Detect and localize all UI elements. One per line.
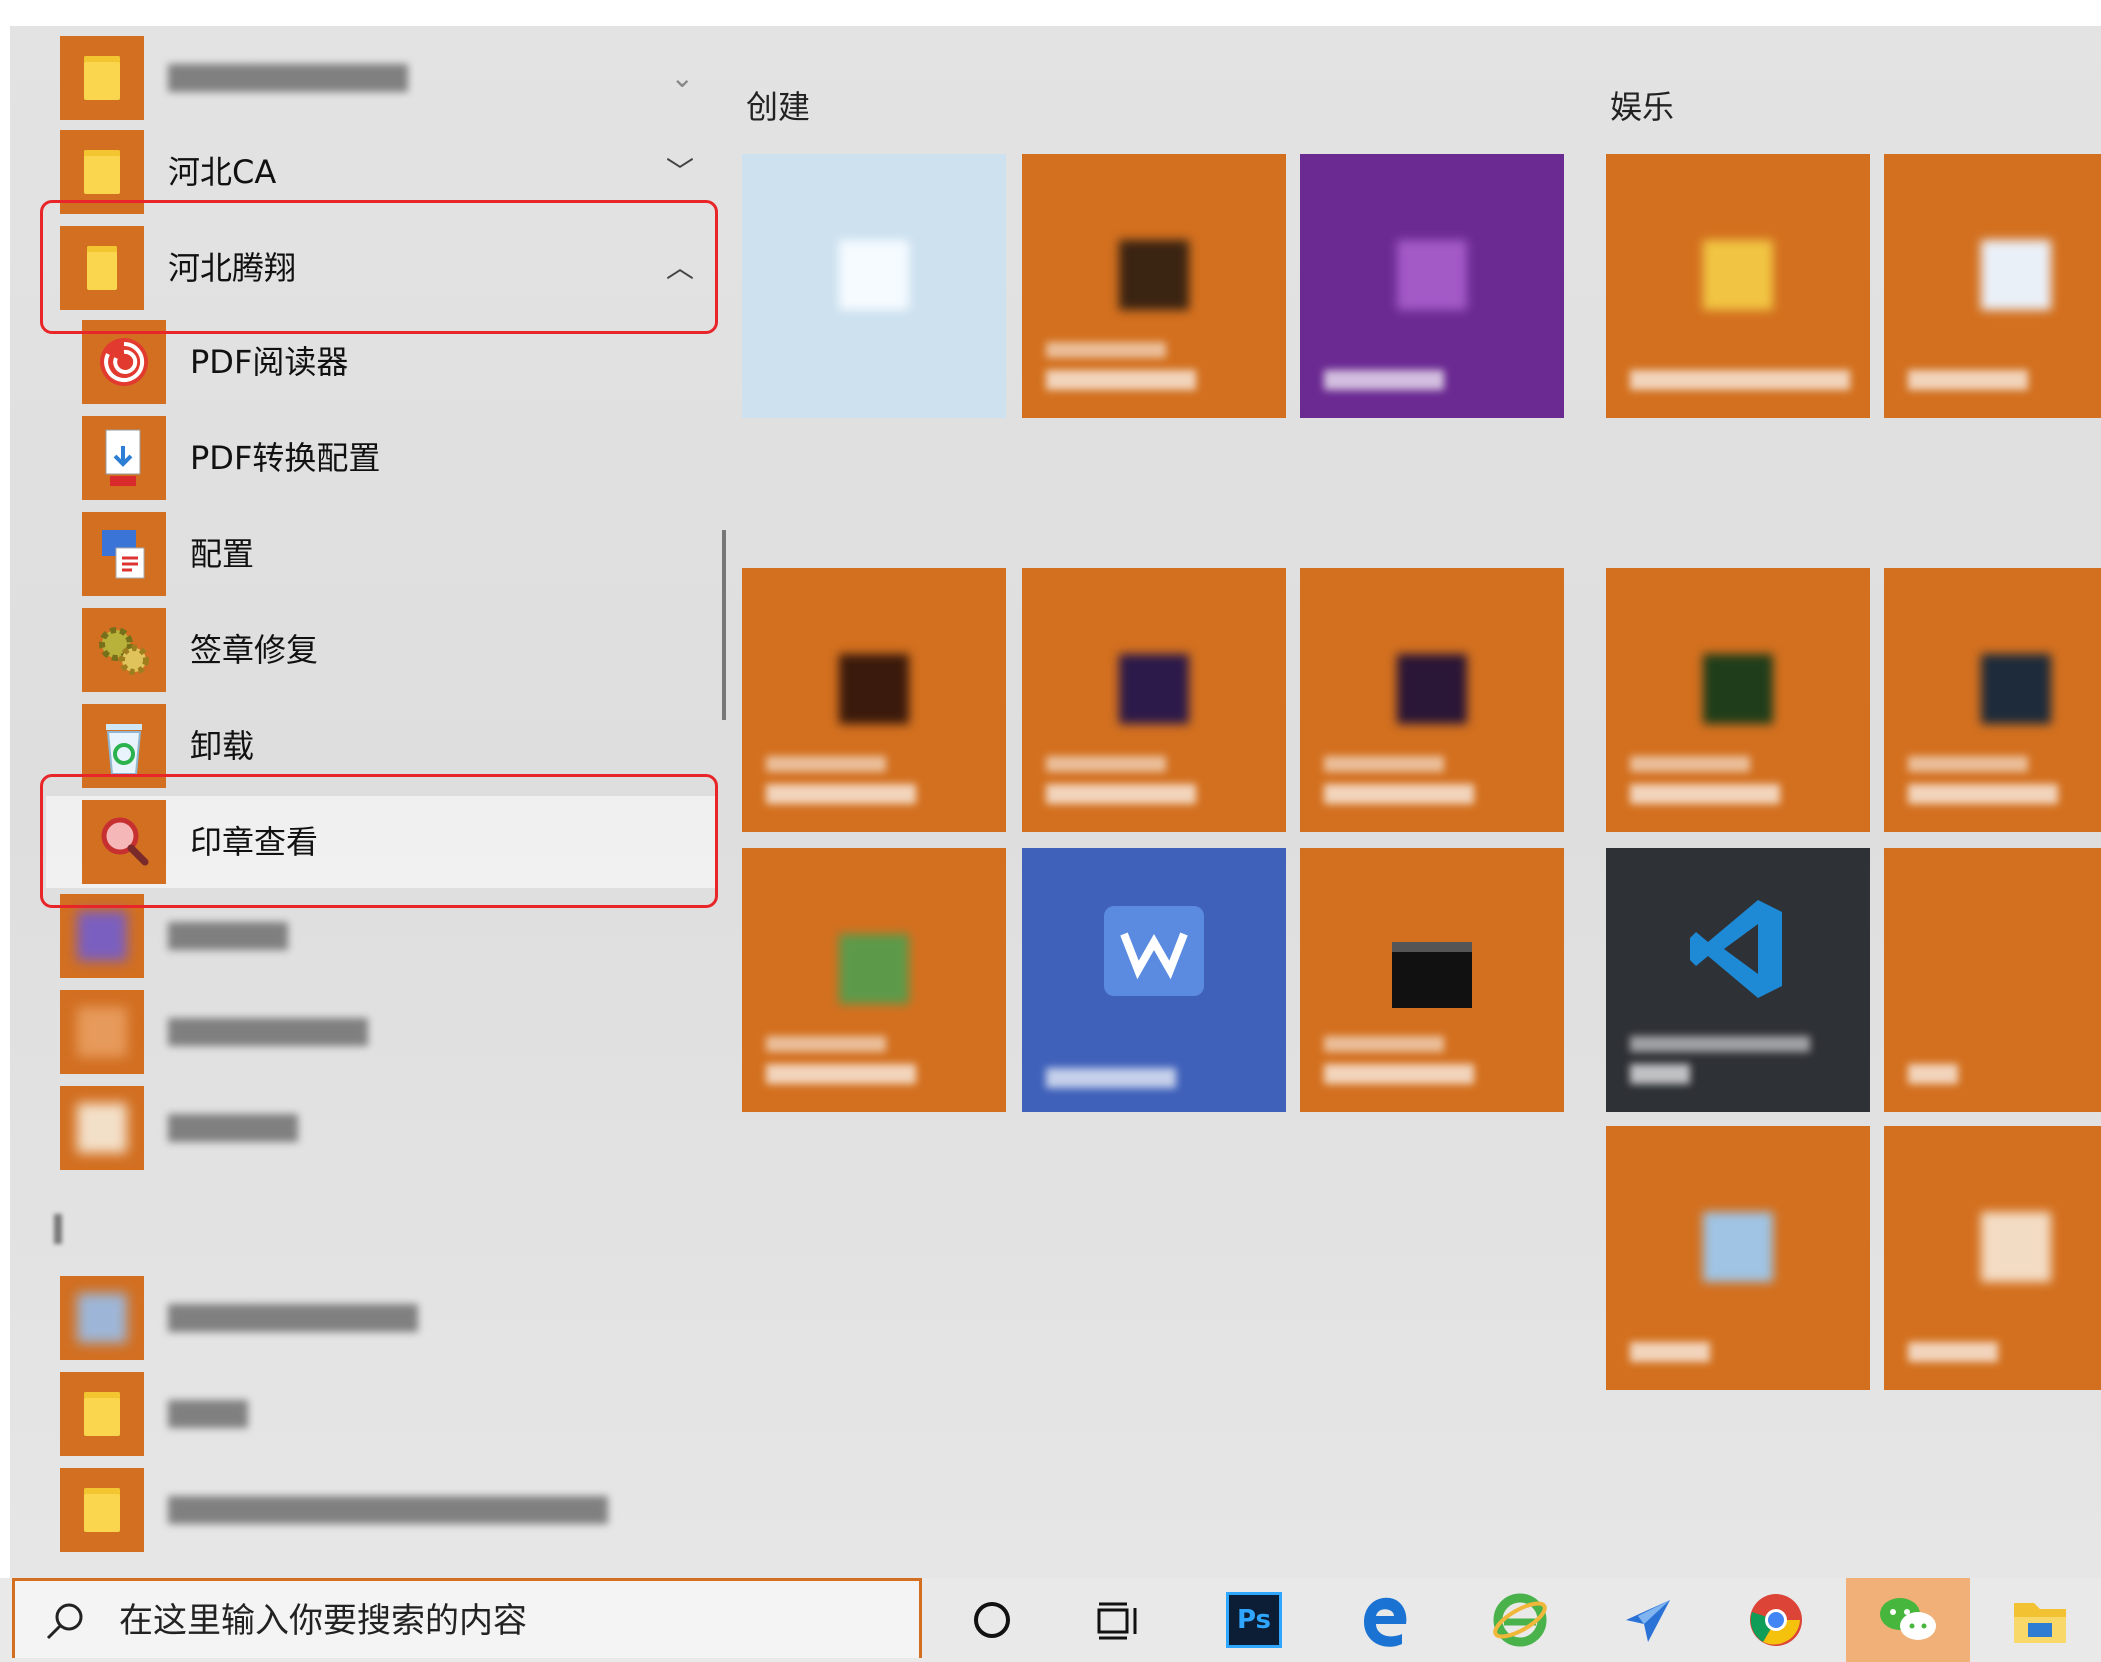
chrome-icon[interactable] xyxy=(1728,1578,1824,1662)
highlight-box-seal-view xyxy=(40,774,718,908)
app-list-scrollbar[interactable] xyxy=(722,530,726,720)
tile-adobe-bridge[interactable] xyxy=(1022,154,1286,418)
tile-wps-office[interactable] xyxy=(1022,848,1286,1112)
file-explorer-icon[interactable] xyxy=(1992,1578,2088,1662)
search-placeholder: 在这里输入你要搜索的内容 xyxy=(119,1601,527,1641)
premiere-icon xyxy=(1119,654,1189,725)
adobe-bridge-icon xyxy=(1119,240,1189,311)
wechat-icon[interactable] xyxy=(1846,1578,1970,1662)
search-box[interactable]: 在这里输入你要搜索的内容 xyxy=(12,1578,922,1658)
app-list-item-pdf-convert[interactable]: PDF转换配置 xyxy=(46,412,718,504)
tile-adobe-photoshop[interactable] xyxy=(1884,568,2101,832)
ie-icon[interactable] xyxy=(1472,1578,1568,1662)
tile-blurred-app[interactable] xyxy=(1884,848,2101,1112)
search-icon xyxy=(46,1603,83,1640)
tile-internet-download-manager[interactable] xyxy=(742,848,1006,1112)
edge-icon[interactable] xyxy=(1336,1578,1432,1662)
illustrator-icon xyxy=(839,654,909,725)
task-view-icon[interactable] xyxy=(1072,1578,1168,1662)
photoshop-icon xyxy=(1981,654,2051,725)
highlight-box-folder xyxy=(40,200,718,334)
folder-icon xyxy=(1703,240,1773,311)
tile-adobe-premiere[interactable] xyxy=(1022,568,1286,832)
terminal-icon xyxy=(1392,942,1472,1008)
group-title-create[interactable]: 创建 xyxy=(746,82,810,128)
wps-icon xyxy=(1104,906,1204,996)
tile-blurred-app[interactable] xyxy=(1884,1126,2101,1390)
folder-icon xyxy=(60,1372,144,1456)
app-list-item-label: 配置 xyxy=(190,535,255,573)
photoshop-label: Ps xyxy=(1226,1592,1282,1648)
tile-file-explorer[interactable] xyxy=(1606,154,1870,418)
tile-adobe-illustrator[interactable] xyxy=(742,568,1006,832)
tile-blurred-light[interactable] xyxy=(742,154,1006,418)
app-list-item-seal-repair[interactable]: 签章修复 xyxy=(46,604,718,696)
dreamweaver-icon xyxy=(1703,654,1773,725)
group-title-entertainment[interactable]: 娱乐 xyxy=(1610,82,1674,128)
tile-blurred-app[interactable] xyxy=(1884,154,2101,418)
onenote-icon xyxy=(1397,240,1467,311)
after-effects-icon xyxy=(1397,654,1467,725)
tile-adobe-dreamweaver[interactable] xyxy=(1606,568,1870,832)
tile-adobe-after-effects[interactable] xyxy=(1300,568,1564,832)
vscode-icon xyxy=(1688,894,1788,1008)
letter-index-header[interactable] xyxy=(54,1214,62,1244)
app-list-item-config[interactable]: 配置 xyxy=(46,508,718,600)
idm-icon xyxy=(839,934,909,1005)
app-list-item-blurred-folder[interactable]: ⌄ xyxy=(46,32,718,124)
feishu-icon[interactable] xyxy=(1600,1578,1696,1662)
cortana-icon[interactable] xyxy=(944,1578,1040,1662)
app-list-item-blurred[interactable] xyxy=(46,986,718,1078)
app-list-item-label: 签章修复 xyxy=(190,631,319,669)
gear-repair-icon xyxy=(82,608,166,692)
tile-command-prompt[interactable] xyxy=(1300,848,1564,1112)
start-menu: ⌄ 河北CA ﹀ 河北腾翔 ︿ PDF阅读器 PDF转换配置 配置 签章修复 卸… xyxy=(10,26,2101,1578)
taskbar: 在这里输入你要搜索的内容 Ps xyxy=(0,1578,2101,1662)
app-list-item-label: PDF转换配置 xyxy=(190,439,381,477)
folder-icon xyxy=(60,36,144,120)
tile-onenote[interactable] xyxy=(1300,154,1564,418)
tile-visual-studio-code[interactable] xyxy=(1606,848,1870,1112)
app-list-item-blurred[interactable] xyxy=(46,1082,718,1174)
app-list-item-blurred-folder[interactable] xyxy=(46,1368,718,1460)
folder-icon xyxy=(60,1468,144,1552)
config-icon xyxy=(82,512,166,596)
app-list-item-blurred-folder[interactable] xyxy=(46,1464,718,1556)
pdf-convert-icon xyxy=(82,416,166,500)
photoshop-icon[interactable]: Ps xyxy=(1206,1578,1302,1662)
tile-blurred-app[interactable] xyxy=(1606,1126,1870,1390)
app-list-item-blurred[interactable] xyxy=(46,1272,718,1364)
